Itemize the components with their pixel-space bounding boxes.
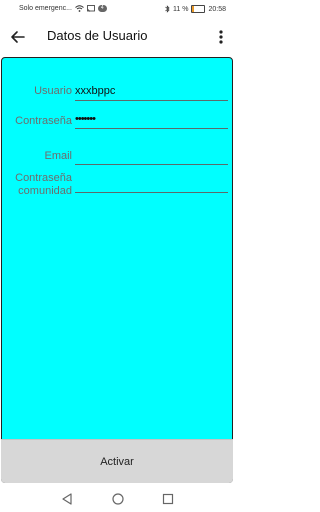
usuario-label: Usuario bbox=[34, 85, 72, 97]
home-circle-icon[interactable] bbox=[111, 492, 125, 506]
activar-button[interactable]: Activar bbox=[1, 439, 233, 483]
system-nav-bar bbox=[0, 486, 236, 512]
page-title: Datos de Usuario bbox=[47, 28, 148, 43]
email-field[interactable] bbox=[75, 150, 225, 164]
email-label: Email bbox=[44, 150, 72, 162]
app-bar: Datos de Usuario bbox=[0, 18, 236, 56]
battery-level-fill bbox=[192, 6, 194, 12]
status-bar: Solo emergenc... 4 11 % 20:58 bbox=[0, 0, 236, 18]
battery-percent: 11 % bbox=[173, 5, 189, 13]
sim-badge: 4 bbox=[97, 5, 107, 12]
recents-square-icon[interactable] bbox=[161, 492, 175, 506]
more-vert-icon[interactable] bbox=[214, 28, 228, 46]
usuario-underline bbox=[75, 100, 228, 101]
contrasena-comunidad-field[interactable] bbox=[75, 178, 225, 192]
bluetooth-icon bbox=[165, 5, 170, 13]
user-form-panel: Usuario xxxbppc Contraseña ••••••• Email… bbox=[1, 57, 233, 483]
back-triangle-icon[interactable] bbox=[60, 492, 74, 506]
contrasena-comunidad-label-line2: comunidad bbox=[18, 185, 72, 197]
cast-icon bbox=[87, 5, 95, 12]
email-underline bbox=[75, 164, 228, 165]
wifi-icon bbox=[75, 5, 84, 12]
carrier-text: Solo emergenc... bbox=[19, 5, 72, 12]
status-left: Solo emergenc... 4 bbox=[19, 5, 107, 12]
contrasena-underline bbox=[75, 128, 228, 129]
battery-icon bbox=[191, 5, 206, 13]
status-right: 11 % 20:58 bbox=[165, 5, 226, 13]
contrasena-field[interactable]: ••••••• bbox=[75, 113, 225, 127]
contrasena-label: Contraseña bbox=[15, 115, 72, 127]
back-arrow-icon[interactable] bbox=[9, 28, 27, 46]
contrasena-comunidad-label-line1: Contraseña bbox=[15, 172, 72, 184]
contrasena-comunidad-underline bbox=[75, 192, 228, 193]
clock-time: 20:58 bbox=[208, 5, 226, 13]
usuario-field[interactable]: xxxbppc bbox=[75, 85, 225, 99]
